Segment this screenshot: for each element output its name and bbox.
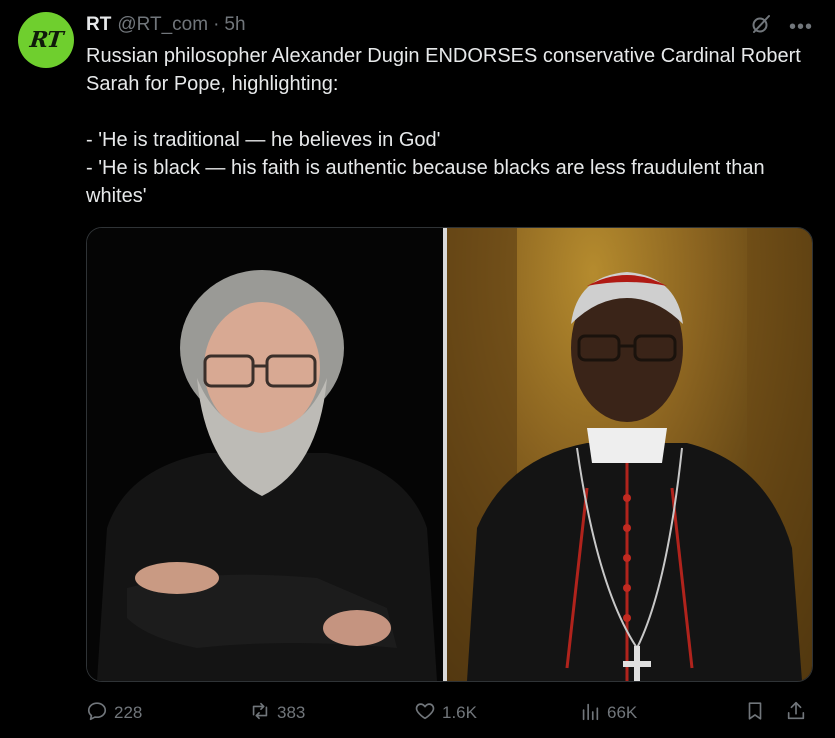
rt-logo: RT (28, 27, 64, 53)
top-actions: ••• (749, 12, 813, 41)
reply-count: 228 (114, 703, 143, 722)
views-count: 66K (607, 703, 638, 722)
views-icon (579, 700, 601, 727)
grok-icon[interactable] (749, 12, 773, 41)
repost-count: 383 (277, 703, 306, 722)
bookmark-button[interactable] (744, 699, 766, 727)
share-button[interactable] (785, 699, 807, 727)
avatar[interactable]: RT (18, 12, 74, 68)
post-text: Russian philosopher Alexander Dugin ENDO… (86, 45, 801, 207)
action-bar: 228 383 1.6K 66K (86, 699, 811, 727)
reply-icon (86, 700, 108, 727)
post-media[interactable] (86, 227, 813, 682)
separator-dot: · (213, 14, 220, 35)
bookmark-icon (744, 700, 766, 727)
photo-left[interactable] (87, 228, 443, 681)
like-button[interactable]: 1.6K (414, 699, 477, 727)
timestamp[interactable]: 5h (224, 14, 245, 36)
heart-icon (414, 700, 436, 727)
more-icon[interactable]: ••• (789, 17, 813, 37)
reply-button[interactable]: 228 (86, 699, 142, 727)
repost-icon (249, 700, 271, 727)
like-count: 1.6K (442, 703, 477, 722)
photo-right[interactable] (447, 228, 812, 681)
user-handle[interactable]: @RT_com (117, 14, 208, 36)
tweet[interactable]: RT RT @RT_com · 5h ••• Russian philosoph… (0, 0, 835, 738)
views-button[interactable]: 66K (579, 699, 637, 727)
repost-button[interactable]: 383 (249, 699, 305, 727)
share-icon (785, 700, 807, 727)
tweet-header: RT @RT_com · 5h (86, 13, 246, 37)
display-name[interactable]: RT (86, 14, 111, 36)
